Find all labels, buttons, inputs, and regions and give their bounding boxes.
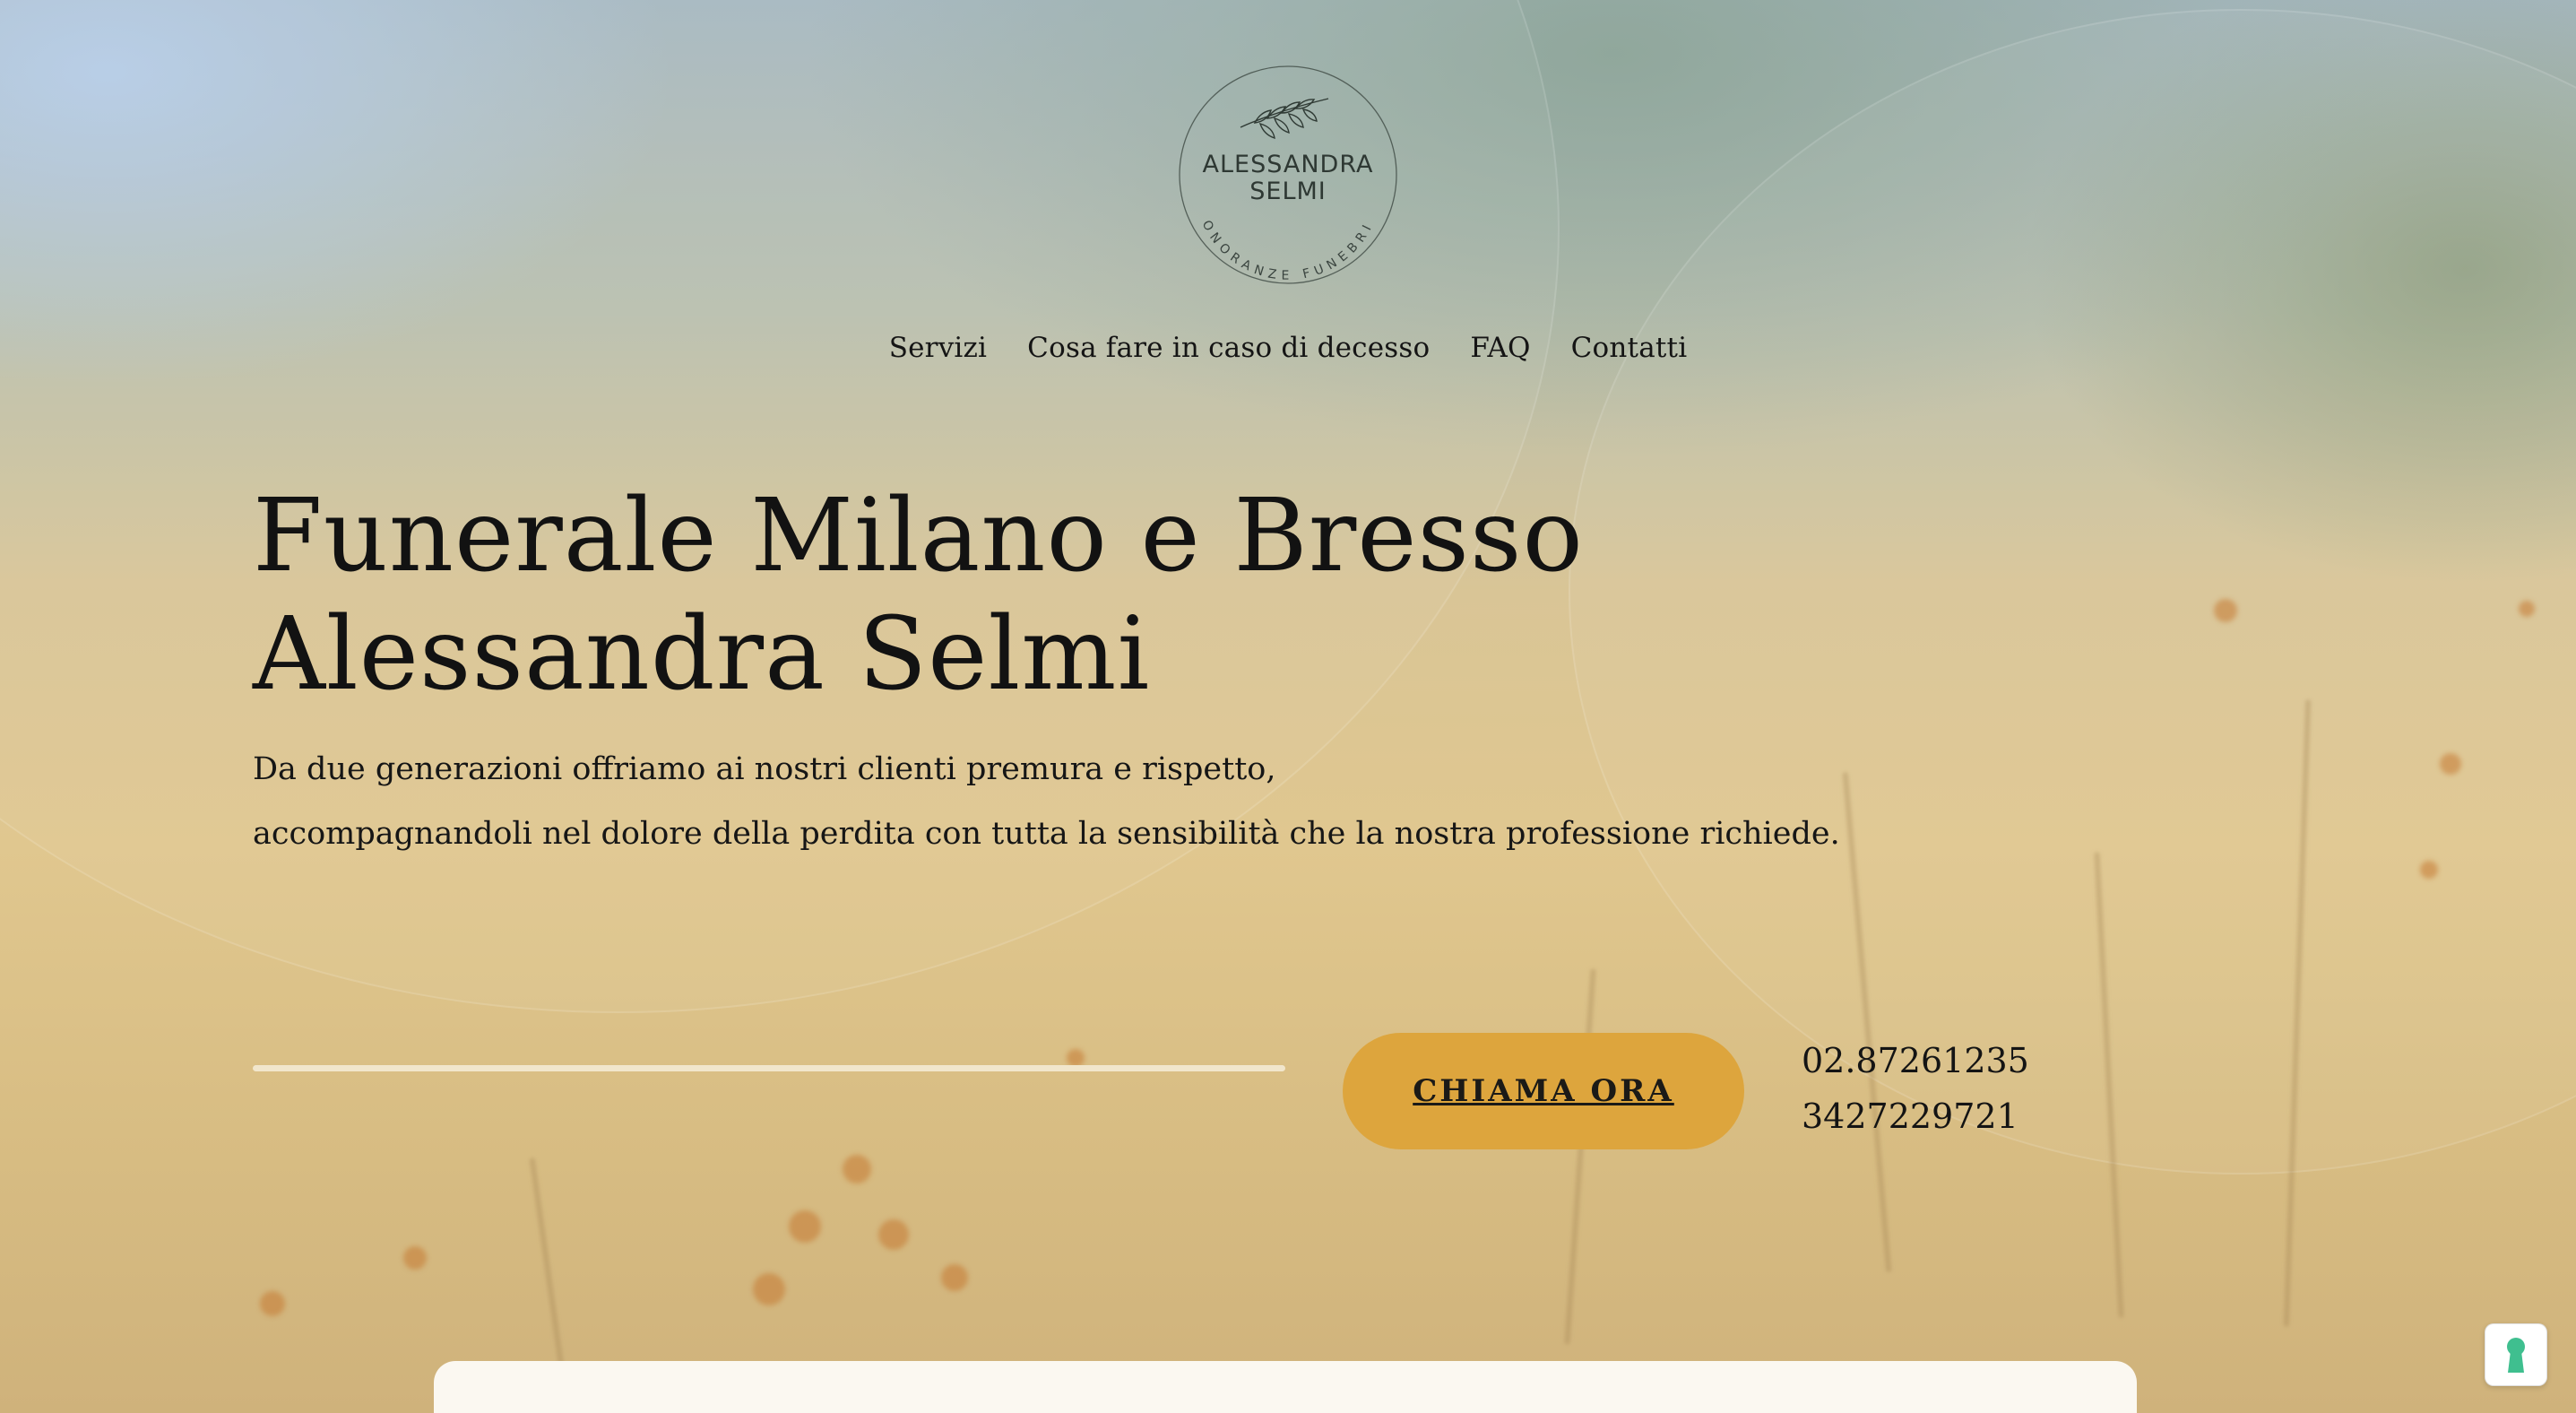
decorative-flower — [260, 1291, 285, 1316]
nav-item-cosa-fare[interactable]: Cosa fare in caso di decesso — [1027, 332, 1430, 364]
logo-emblem: ALESSANDRA SELMI ONORANZE FUNEBRI — [1179, 65, 1397, 284]
logo-surname: SELMI — [1249, 178, 1327, 205]
phone-link-landline[interactable]: 02.87261235 — [1802, 1033, 2029, 1088]
hero-progress-bar — [253, 1065, 1285, 1071]
decorative-flower — [941, 1264, 968, 1291]
nav-item-contatti[interactable]: Contatti — [1571, 332, 1688, 364]
decorative-flower — [403, 1246, 427, 1270]
cookie-settings-button[interactable] — [2485, 1323, 2547, 1386]
decorative-flower — [2420, 861, 2438, 879]
decorative-flower — [878, 1219, 909, 1250]
hero-progress-fill — [253, 1065, 1285, 1071]
nav-item-faq[interactable]: FAQ — [1470, 332, 1530, 364]
keyhole-icon — [2507, 1338, 2525, 1373]
decorative-flower — [843, 1155, 871, 1183]
phone-link-mobile[interactable]: 3427229721 — [1802, 1088, 2029, 1144]
decorative-flower — [1067, 1049, 1085, 1067]
nav-item-servizi[interactable]: Servizi — [889, 332, 987, 364]
phone-numbers: 02.87261235 3427229721 — [1802, 1033, 2029, 1144]
page-title-line-1: Funerale Milano e Bresso — [253, 478, 1584, 594]
content-card — [434, 1361, 2137, 1413]
decorative-flower — [753, 1273, 785, 1305]
page-title: Funerale Milano e Bresso Alessandra Selm… — [253, 477, 2045, 714]
hero-lead-text: Da due generazioni offriamo ai nostri cl… — [253, 737, 2314, 866]
logo-name: ALESSANDRA — [1203, 151, 1374, 178]
call-now-button[interactable]: CHIAMA ORA — [1343, 1033, 1744, 1149]
decorative-flower — [2214, 599, 2237, 622]
decorative-grass — [1564, 968, 1596, 1345]
hero-lead-line-1: Da due generazioni offriamo ai nostri cl… — [253, 751, 1276, 787]
main-navigation: Servizi Cosa fare in caso di decesso FAQ… — [0, 332, 2576, 364]
decorative-flower — [789, 1210, 821, 1243]
olive-branch-icon — [1240, 98, 1329, 140]
decorative-flower — [2519, 601, 2535, 617]
decorative-flower — [2440, 753, 2461, 775]
logo-tagline: ONORANZE FUNEBRI — [1199, 218, 1378, 282]
hero-lead-line-2: accompagnandoli nel dolore della perdita… — [253, 816, 1840, 852]
site-logo[interactable]: ALESSANDRA SELMI ONORANZE FUNEBRI — [1178, 65, 1398, 285]
page-title-line-2: Alessandra Selmi — [253, 596, 1151, 713]
